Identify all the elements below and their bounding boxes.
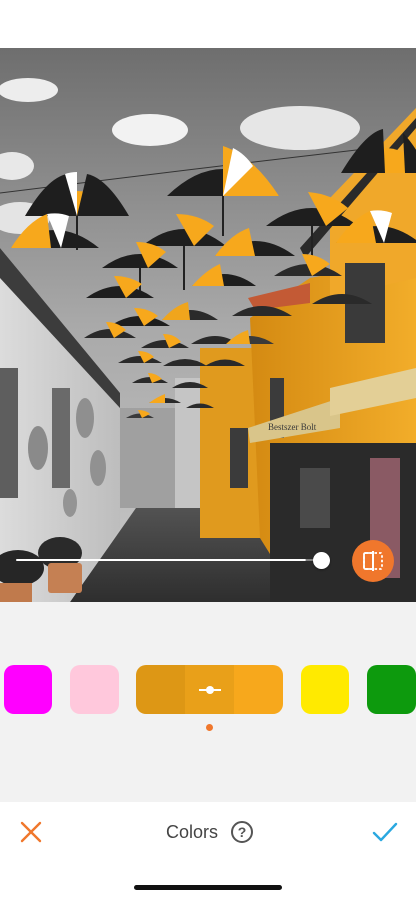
selected-indicator-dot (206, 724, 213, 731)
swatch-adjust-segment[interactable] (185, 665, 234, 714)
swatch-orange-dark (136, 665, 185, 714)
app-screen: Bestszer Bolt Colors ? (0, 0, 416, 900)
swatch-green[interactable] (367, 665, 416, 714)
close-icon (20, 821, 42, 843)
swatch-yellow[interactable] (301, 665, 349, 714)
photo-preview[interactable]: Bestszer Bolt (0, 48, 416, 602)
help-button[interactable]: ? (231, 821, 253, 843)
shop-sign: Bestszer Bolt (268, 422, 317, 432)
checkmark-icon (372, 822, 398, 842)
home-indicator (134, 885, 282, 890)
photo-image: Bestszer Bolt (0, 48, 416, 602)
swatch-pink[interactable] (70, 665, 119, 714)
swatch-orange-selected[interactable] (136, 665, 283, 714)
swatch-magenta[interactable] (4, 665, 52, 714)
cancel-button[interactable] (18, 819, 44, 845)
confirm-button[interactable] (371, 819, 399, 845)
intensity-slider-thumb[interactable] (313, 552, 330, 569)
compare-button[interactable] (352, 540, 394, 582)
swatch-orange-light (234, 665, 283, 714)
compare-icon (363, 551, 383, 571)
intensity-slider-track[interactable] (16, 559, 306, 561)
status-bar (0, 0, 416, 48)
toolbar-title: Colors (166, 822, 219, 842)
slider-adjust-icon (198, 685, 221, 694)
